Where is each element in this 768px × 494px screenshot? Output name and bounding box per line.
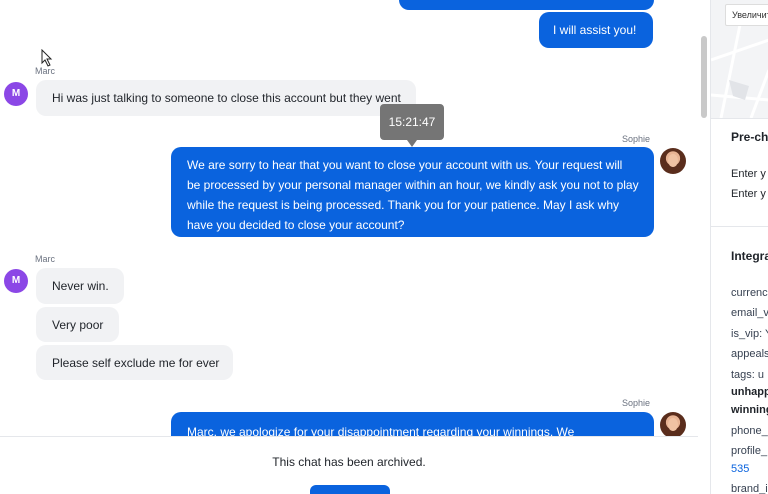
integration-field: email_v	[731, 307, 768, 319]
message-text: Never win.	[52, 279, 109, 293]
integration-field: is_vip: Y	[731, 328, 768, 340]
message-incoming: Never win.	[36, 268, 124, 304]
chat-scrollbar-thumb[interactable]	[701, 36, 707, 118]
timestamp-tooltip: 15:21:47	[380, 104, 444, 147]
message-outgoing: Marc, we apologize for your disappointme…	[171, 412, 654, 436]
profile-link[interactable]: 535	[731, 463, 749, 475]
sender-name: Sophie	[622, 134, 651, 144]
message-text-line: be processed by your personal manager wi…	[187, 178, 639, 192]
location-map[interactable]: Увеличить	[711, 0, 768, 118]
integration-field: currenc	[731, 287, 768, 299]
divider	[711, 118, 768, 119]
message-outgoing-cut	[399, 0, 654, 10]
divider	[711, 226, 768, 227]
message-incoming: Very poor	[36, 307, 119, 342]
chat-transcript: I will assist you! Marc M Hi was just ta…	[0, 0, 698, 436]
message-text-line: have you decided to close your account?	[187, 218, 405, 232]
avatar	[660, 148, 686, 174]
message-text: Please self exclude me for ever	[52, 356, 220, 370]
message-text: Marc, we apologize for your disappointme…	[187, 425, 575, 436]
archived-banner: This chat has been archived.	[0, 436, 698, 494]
message-text: Very poor	[52, 318, 104, 332]
prechat-field: Enter y	[731, 188, 766, 200]
integration-field: brand_i	[731, 483, 768, 494]
archived-text: This chat has been archived.	[272, 455, 426, 469]
archived-action-button[interactable]	[310, 485, 390, 494]
message-incoming: Hi was just talking to someone to close …	[36, 80, 416, 116]
sender-name: Sophie	[622, 398, 651, 408]
message-outgoing: I will assist you!	[539, 12, 653, 48]
message-text: I will assist you!	[553, 23, 637, 37]
integrations-heading: Integra	[731, 249, 768, 263]
integration-field: appeals	[731, 348, 768, 360]
avatar: M	[4, 82, 28, 106]
message-text-line: while the request is being processed. Th…	[187, 198, 620, 212]
integration-field: tags: u	[731, 369, 765, 381]
details-panel: Увеличить Pre-ch Enter y Enter y Integra…	[710, 0, 768, 494]
sender-name: Marc	[35, 254, 55, 264]
prechat-field: Enter y	[731, 168, 766, 180]
message-text-line: We are sorry to hear that you want to cl…	[187, 158, 623, 172]
integration-field: winning	[731, 404, 768, 416]
integration-field: unhapp	[731, 386, 768, 398]
message-outgoing: We are sorry to hear that you want to cl…	[171, 147, 654, 237]
integration-field: phone_	[731, 425, 768, 437]
map-zoom-button[interactable]: Увеличить	[725, 4, 768, 26]
avatar	[660, 412, 686, 436]
mouse-cursor-icon	[41, 49, 53, 67]
avatar: M	[4, 269, 28, 293]
sender-name: Marc	[35, 66, 55, 76]
message-incoming: Please self exclude me for ever	[36, 345, 233, 380]
integration-field: profile_	[731, 445, 768, 457]
prechat-heading: Pre-ch	[731, 130, 768, 144]
message-text: Hi was just talking to someone to close …	[52, 91, 401, 105]
